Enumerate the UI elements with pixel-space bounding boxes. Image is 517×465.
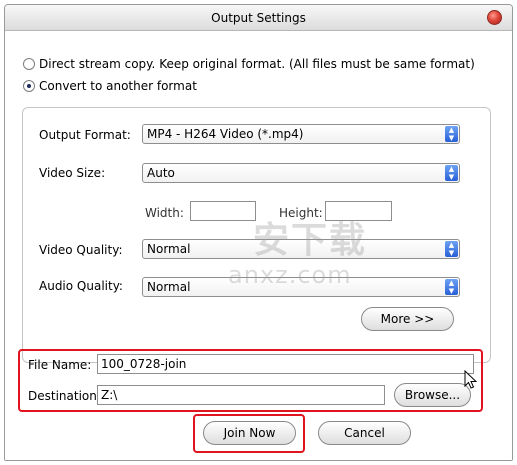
radio-direct-stream-copy[interactable]: Direct stream copy. Keep original format… [23, 57, 475, 71]
updown-arrow-icon: ▲ ▼ [445, 241, 458, 257]
radio-convert-format[interactable]: Convert to another format [23, 79, 197, 93]
updown-arrow-icon: ▲ ▼ [445, 126, 458, 142]
window-title: Output Settings [211, 11, 306, 25]
browse-button[interactable]: Browse... [394, 383, 471, 407]
output-format-value: MP4 - H264 Video (*.mp4) [147, 127, 304, 141]
width-label: Width: [145, 206, 184, 220]
output-format-select[interactable]: MP4 - H264 Video (*.mp4) ▲ ▼ [142, 124, 460, 144]
watermark-text: anxz.com [228, 261, 352, 289]
close-icon[interactable] [487, 10, 502, 25]
radio-indicator-selected[interactable] [23, 80, 35, 92]
video-quality-label: Video Quality: [39, 243, 123, 257]
mouse-cursor-icon [464, 370, 478, 389]
video-size-value: Auto [147, 166, 175, 180]
audio-quality-value: Normal [147, 280, 191, 294]
watermark-cn: 安下载 [253, 220, 368, 261]
audio-quality-label: Audio Quality: [39, 279, 123, 293]
title-bar[interactable]: Output Settings [5, 5, 512, 31]
cancel-button[interactable]: Cancel [318, 421, 411, 445]
video-quality-value: Normal [147, 242, 191, 256]
output-settings-window: Output Settings Direct stream copy. Keep… [4, 4, 513, 461]
video-size-label: Video Size: [39, 166, 106, 180]
dialog-content: Direct stream copy. Keep original format… [5, 31, 512, 460]
file-name-label: File Name: [28, 358, 92, 372]
destination-input[interactable]: Z:\ [97, 385, 385, 405]
join-now-button[interactable]: Join Now [203, 421, 296, 445]
more-button[interactable]: More >> [361, 307, 454, 331]
destination-label: Destination: [28, 389, 101, 403]
updown-arrow-icon: ▲ ▼ [445, 165, 458, 181]
radio-convert-label: Convert to another format [39, 79, 197, 93]
file-name-input[interactable]: 100_0728-join [97, 354, 474, 374]
output-format-label: Output Format: [39, 128, 131, 142]
radio-direct-label: Direct stream copy. Keep original format… [39, 57, 475, 71]
video-size-select[interactable]: Auto ▲ ▼ [142, 163, 460, 183]
watermark-logo: 安下载 anxz.com [223, 209, 373, 299]
updown-arrow-icon: ▲ ▼ [445, 279, 458, 295]
radio-indicator[interactable] [23, 58, 35, 70]
